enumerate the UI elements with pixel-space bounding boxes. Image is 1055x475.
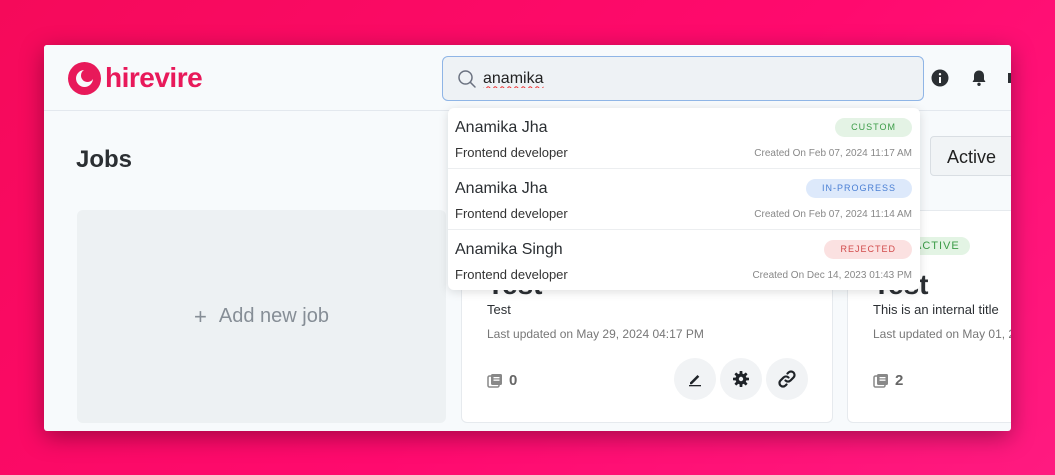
search-result-item[interactable]: Anamika Jha Frontend developer CUSTOM Cr… <box>448 108 920 169</box>
created-date: Created On Feb 07, 2024 11:17 AM <box>754 148 912 159</box>
search-input[interactable] <box>483 69 783 88</box>
response-count-value: 2 <box>895 372 904 389</box>
info-icon[interactable] <box>931 69 949 87</box>
logo-text: hirevire <box>105 62 203 93</box>
status-badge: CUSTOM <box>835 118 912 137</box>
search-box[interactable] <box>442 56 924 101</box>
hirevire-logo[interactable]: hirevire <box>68 60 203 96</box>
response-count: 2 <box>873 372 903 389</box>
page-title: Jobs <box>76 146 133 173</box>
edit-button[interactable] <box>674 358 716 400</box>
user-menu-edge[interactable] <box>1008 73 1011 83</box>
responses-icon <box>873 373 888 388</box>
gear-icon <box>733 371 749 387</box>
edit-icon <box>689 375 701 387</box>
add-new-job-label: Add new job <box>218 305 329 327</box>
copy-link-button[interactable] <box>766 358 808 400</box>
plus-icon: + <box>194 303 207 329</box>
app-window: hirevire Jobs Active + Add new job Test … <box>44 45 1011 431</box>
search-icon <box>458 69 476 88</box>
job-subtitle: Test <box>487 302 511 317</box>
bell-icon[interactable] <box>970 69 988 87</box>
search-results-dropdown: Anamika Jha Frontend developer CUSTOM Cr… <box>448 108 920 290</box>
response-count-value: 0 <box>509 372 518 389</box>
candidate-role: Frontend developer <box>455 267 568 282</box>
logo-icon <box>68 61 101 95</box>
responses-icon <box>487 373 502 388</box>
last-updated: Last updated on May 29, 2024 04:17 PM <box>487 327 704 341</box>
response-count: 0 <box>487 372 517 389</box>
candidate-role: Frontend developer <box>455 145 568 160</box>
add-new-job-card[interactable]: + Add new job <box>77 210 446 423</box>
created-date: Created On Feb 07, 2024 11:14 AM <box>754 209 912 220</box>
status-filter-select[interactable]: Active <box>930 136 1011 176</box>
job-subtitle: This is an internal title <box>873 302 999 317</box>
search-result-item[interactable]: Anamika Jha Frontend developer IN-PROGRE… <box>448 169 920 230</box>
last-updated: Last updated on May 01, 2024 <box>873 327 1011 341</box>
settings-button[interactable] <box>720 358 762 400</box>
candidate-name: Anamika Singh <box>455 241 563 258</box>
link-icon <box>778 370 796 388</box>
status-badge: IN-PROGRESS <box>805 179 912 198</box>
top-navigation-bar: hirevire <box>44 45 1011 111</box>
candidate-name: Anamika Jha <box>455 119 548 136</box>
candidate-role: Frontend developer <box>455 206 568 221</box>
created-date: Created On Dec 14, 2023 01:43 PM <box>752 270 912 281</box>
search-result-item[interactable]: Anamika Singh Frontend developer REJECTE… <box>448 230 920 291</box>
status-badge: REJECTED <box>824 240 912 259</box>
candidate-name: Anamika Jha <box>455 180 548 197</box>
